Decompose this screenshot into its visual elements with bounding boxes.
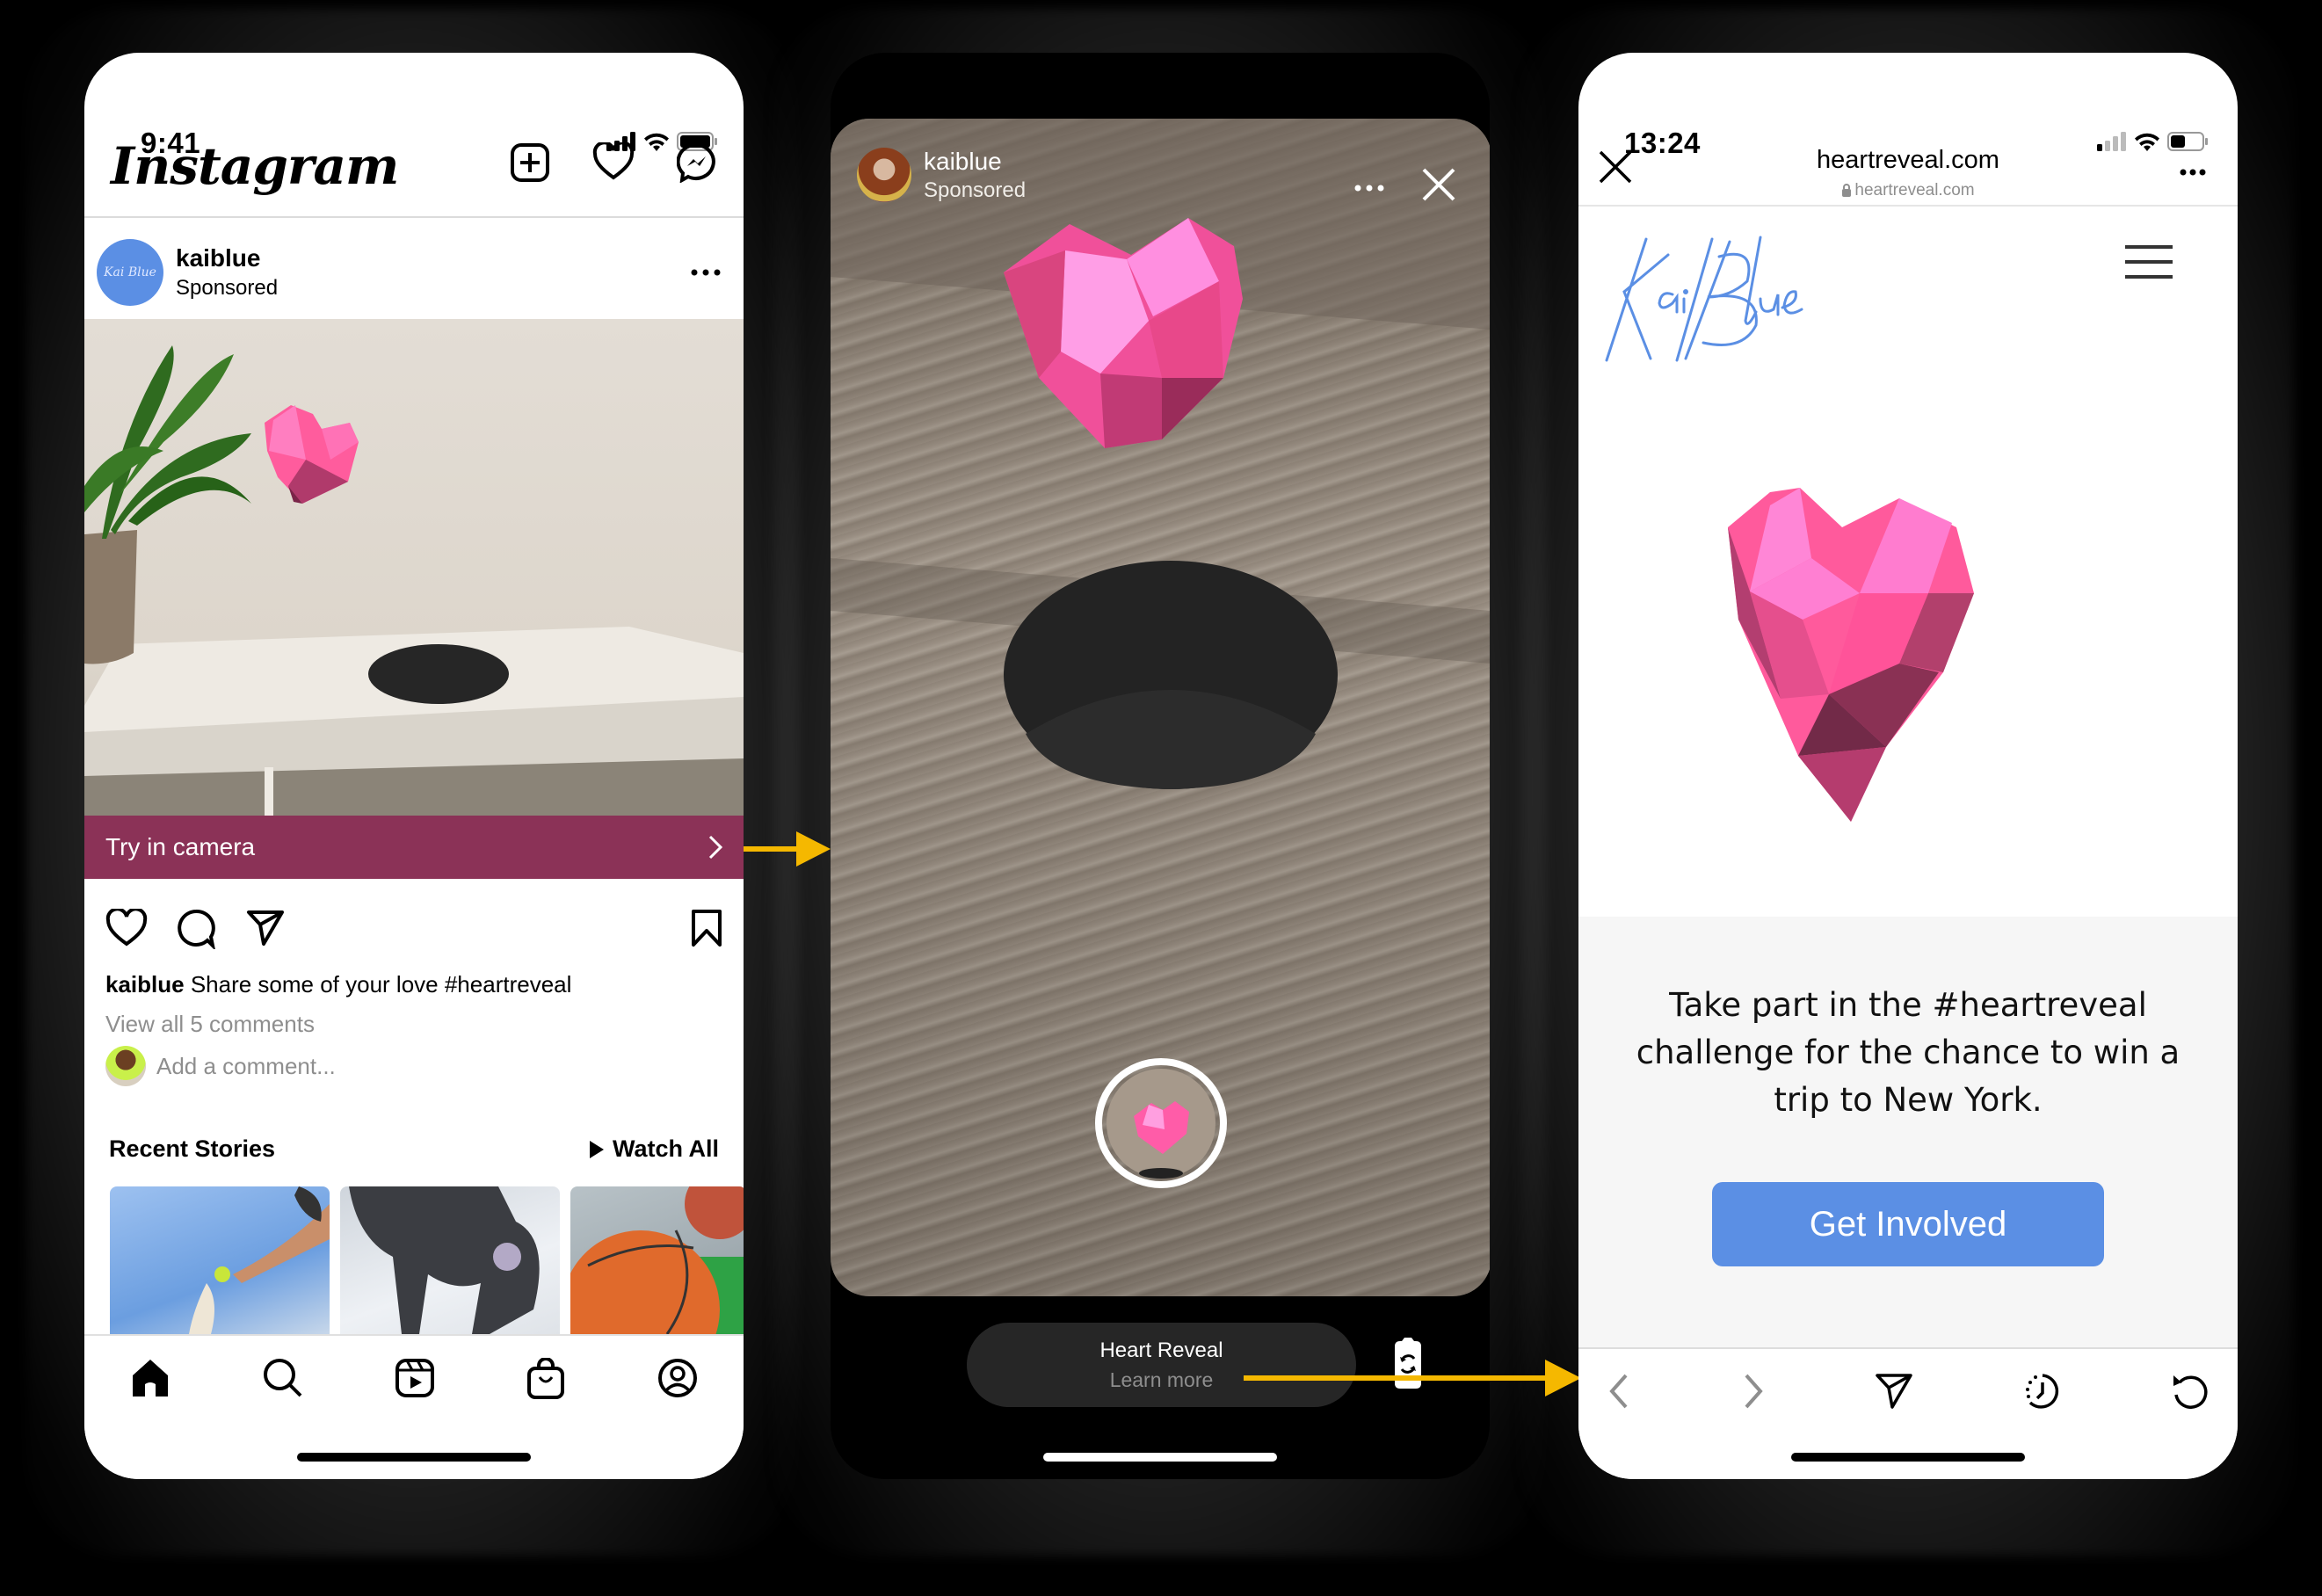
like-heart-icon[interactable] [105, 909, 148, 947]
watch-all-label: Watch All [613, 1135, 719, 1162]
tab-reels-icon[interactable] [395, 1358, 435, 1398]
messenger-icon[interactable] [677, 142, 717, 183]
tab-profile-icon[interactable] [657, 1358, 698, 1398]
view-all-comments-link[interactable]: View all 5 comments [105, 1011, 315, 1038]
new-post-icon[interactable] [510, 142, 550, 183]
account-avatar[interactable] [857, 148, 911, 202]
story-thumbnail[interactable] [570, 1186, 744, 1334]
tab-search-icon[interactable] [263, 1358, 303, 1398]
comment-bubble-icon[interactable] [176, 909, 216, 949]
caption-username[interactable]: kaiblue [105, 971, 185, 997]
get-involved-button[interactable]: Get Involved [1712, 1182, 2104, 1266]
try-in-camera-label: Try in camera [105, 833, 256, 860]
reload-icon[interactable] [2171, 1372, 2210, 1411]
home-indicator [1043, 1453, 1277, 1462]
effect-capture-button[interactable] [1095, 1058, 1227, 1188]
phone-instagram-feed: 9:41 Instagram Kai Blue kaiblue Sponsore… [84, 53, 744, 1479]
share-paper-plane-icon[interactable] [246, 909, 285, 947]
recent-stories-title: Recent Stories [109, 1135, 276, 1162]
camera-viewfinder[interactable]: kaiblue Sponsored [831, 119, 1490, 1296]
header-actions [510, 142, 717, 183]
header-divider [84, 216, 744, 218]
back-chevron-icon[interactable] [1607, 1372, 1631, 1411]
caption-text: Share some of your love #heartreveal [184, 971, 572, 997]
url-bar[interactable]: heartreveal.com [1578, 181, 2238, 200]
phone-browser-landing: 13:24 heartreveal.com heartreveal.com Ta… [1578, 53, 2238, 1479]
home-indicator [1791, 1453, 2025, 1462]
sponsored-label: Sponsored [176, 276, 279, 300]
history-timer-icon[interactable] [2023, 1372, 2062, 1411]
user-avatar [105, 1046, 146, 1086]
avatar-signature: Kai Blue [104, 265, 156, 279]
instagram-logo: Instagram [111, 136, 399, 196]
post-username[interactable]: kaiblue [176, 244, 260, 272]
site-logo-kai-blue[interactable] [1598, 229, 1853, 369]
share-paper-plane-icon[interactable] [1875, 1372, 1913, 1411]
more-options-icon[interactable] [1354, 185, 1384, 192]
home-indicator [297, 1453, 531, 1462]
story-thumbnail[interactable] [110, 1186, 330, 1334]
post-actions [105, 905, 722, 949]
forward-chevron-icon[interactable] [1741, 1372, 1766, 1411]
story-jump-image [349, 1186, 540, 1334]
sponsored-label: Sponsored [924, 178, 1027, 202]
close-icon[interactable] [1421, 167, 1456, 202]
flow-arrow-right-icon [1244, 1360, 1581, 1396]
avatar-kaiblue[interactable]: Kai Blue [97, 239, 163, 306]
story-basketball-image [570, 1186, 744, 1334]
ar-camera-scene [831, 119, 1490, 1188]
story-thumbnail[interactable] [340, 1186, 560, 1334]
ar-heart-small [265, 405, 359, 504]
post-caption: kaiblue Share some of your love #heartre… [105, 971, 571, 998]
play-icon [590, 1140, 604, 1158]
post-image-ar-heart[interactable] [84, 319, 744, 816]
heart-reveal-image [1728, 488, 1974, 822]
save-bookmark-icon[interactable] [691, 909, 722, 947]
add-comment-row[interactable]: Add a comment... [105, 1046, 336, 1086]
activity-heart-icon[interactable] [592, 142, 635, 181]
flow-arrow-right-icon [744, 831, 831, 867]
more-options-icon[interactable] [691, 269, 721, 276]
browser-header-divider [1578, 205, 2238, 207]
ar-hole [368, 644, 509, 704]
add-comment-input[interactable]: Add a comment... [156, 1053, 336, 1080]
tab-home-icon[interactable] [130, 1358, 171, 1398]
ar-scene-illustration [84, 345, 744, 816]
try-in-camera-button[interactable]: Try in camera [84, 816, 744, 879]
watch-all-button[interactable]: Watch All [588, 1135, 719, 1163]
browser-more-icon[interactable] [2180, 169, 2206, 176]
page-title: heartreveal.com [1817, 146, 1999, 174]
account-username[interactable]: kaiblue [924, 148, 1002, 176]
hamburger-menu-icon[interactable] [2125, 244, 2173, 279]
tab-shop-icon[interactable] [526, 1358, 565, 1400]
story-dog-image [189, 1186, 330, 1334]
phone-ar-camera: 9:41 [831, 53, 1490, 1479]
ar-heart-large [1004, 218, 1243, 448]
recent-stories-header: Recent Stories Watch All [109, 1135, 719, 1163]
promo-text: Take part in the #heartreveal challenge … [1636, 986, 2181, 1119]
lock-icon [1842, 184, 1852, 197]
url-text: heartreveal.com [1854, 181, 1975, 200]
chevron-right-icon [708, 835, 722, 860]
